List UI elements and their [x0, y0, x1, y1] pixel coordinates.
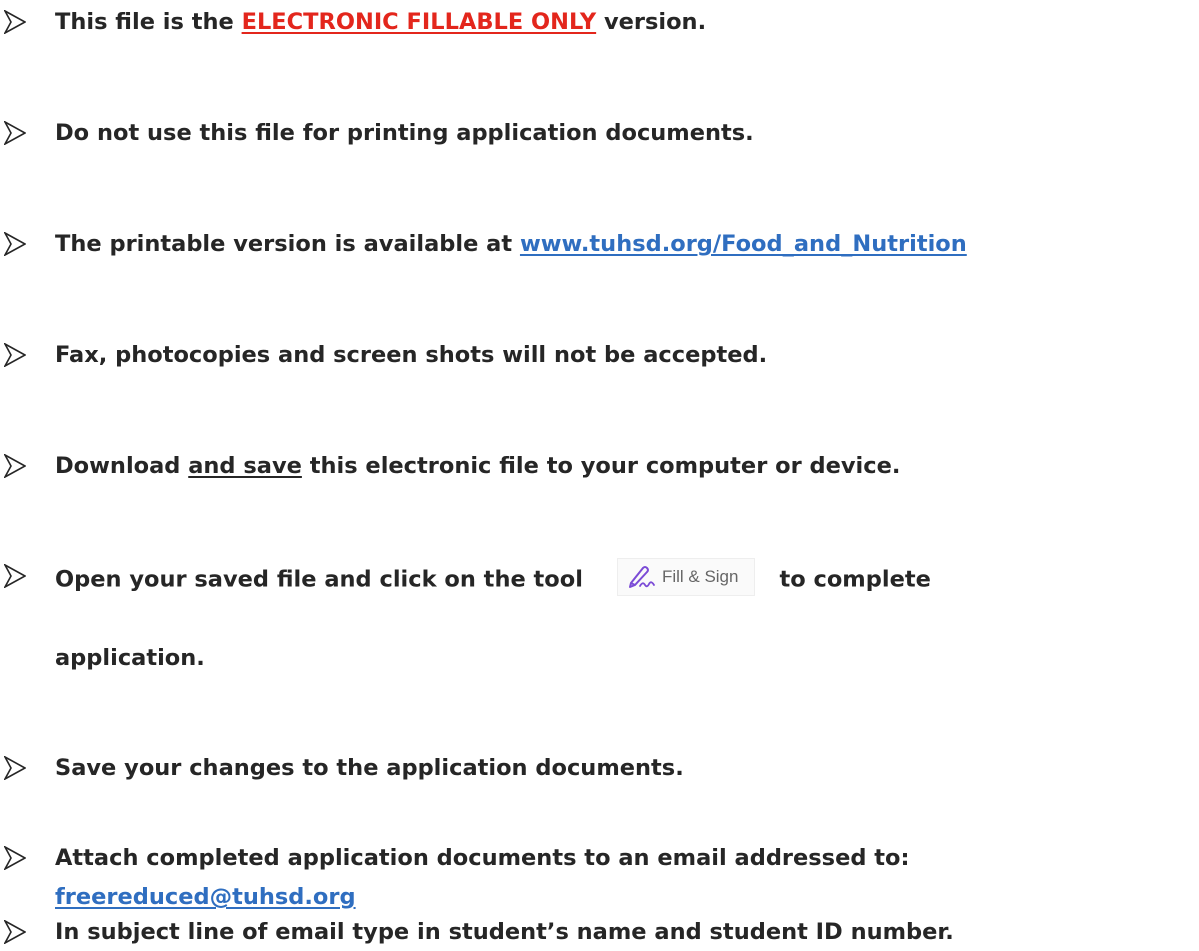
item-text: Download and save this electronic file t… [55, 451, 900, 481]
item-text: Save your changes to the application doc… [55, 755, 684, 781]
arrow-bullet-icon [4, 121, 26, 145]
item-text: This file is the ELECTRONIC FILLABLE ONL… [55, 7, 706, 37]
arrow-bullet-icon [4, 343, 26, 367]
item-text: In subject line of email type in student… [55, 919, 954, 945]
item-text-after: to complete [779, 566, 931, 593]
item-continuation: application. [55, 645, 205, 671]
item-text-before: The printable version is available at [55, 231, 520, 257]
item-text-before: This file is the [55, 9, 242, 35]
arrow-bullet-icon [4, 920, 26, 944]
item-text: Fax, photocopies and screen shots will n… [55, 342, 768, 368]
item-text: Open your saved file and click on the to… [55, 558, 931, 599]
item-text-after: this electronic file to your computer or… [301, 453, 901, 479]
email-link[interactable]: freereduced@tuhsd.org [55, 884, 356, 910]
electronic-fillable-only-link[interactable]: ELECTRONIC FILLABLE ONLY [242, 9, 597, 35]
item-text-before: Open your saved file and click on the to… [55, 566, 583, 593]
arrow-bullet-icon [4, 564, 26, 588]
arrow-bullet-icon [4, 454, 26, 478]
item-text: Do not use this file for printing applic… [55, 120, 754, 146]
item-text-after: version. [596, 9, 707, 35]
item-text: The printable version is available at ww… [55, 229, 967, 259]
email-address-line: freereduced@tuhsd.org [55, 882, 356, 912]
arrow-bullet-icon [4, 10, 26, 34]
item-text: Attach completed application documents t… [55, 845, 910, 871]
arrow-bullet-icon [4, 846, 26, 870]
arrow-bullet-icon [4, 756, 26, 780]
fill-sign-pen-icon [628, 565, 655, 588]
printable-version-link[interactable]: www.tuhsd.org/Food_and_Nutrition [520, 231, 967, 257]
arrow-bullet-icon [4, 232, 26, 256]
fill-and-sign-button: Fill & Sign [616, 558, 756, 596]
and-save-emphasis: and save [188, 453, 302, 479]
item-text-before: Download [55, 453, 189, 479]
fill-and-sign-label: Fill & Sign [661, 567, 739, 586]
